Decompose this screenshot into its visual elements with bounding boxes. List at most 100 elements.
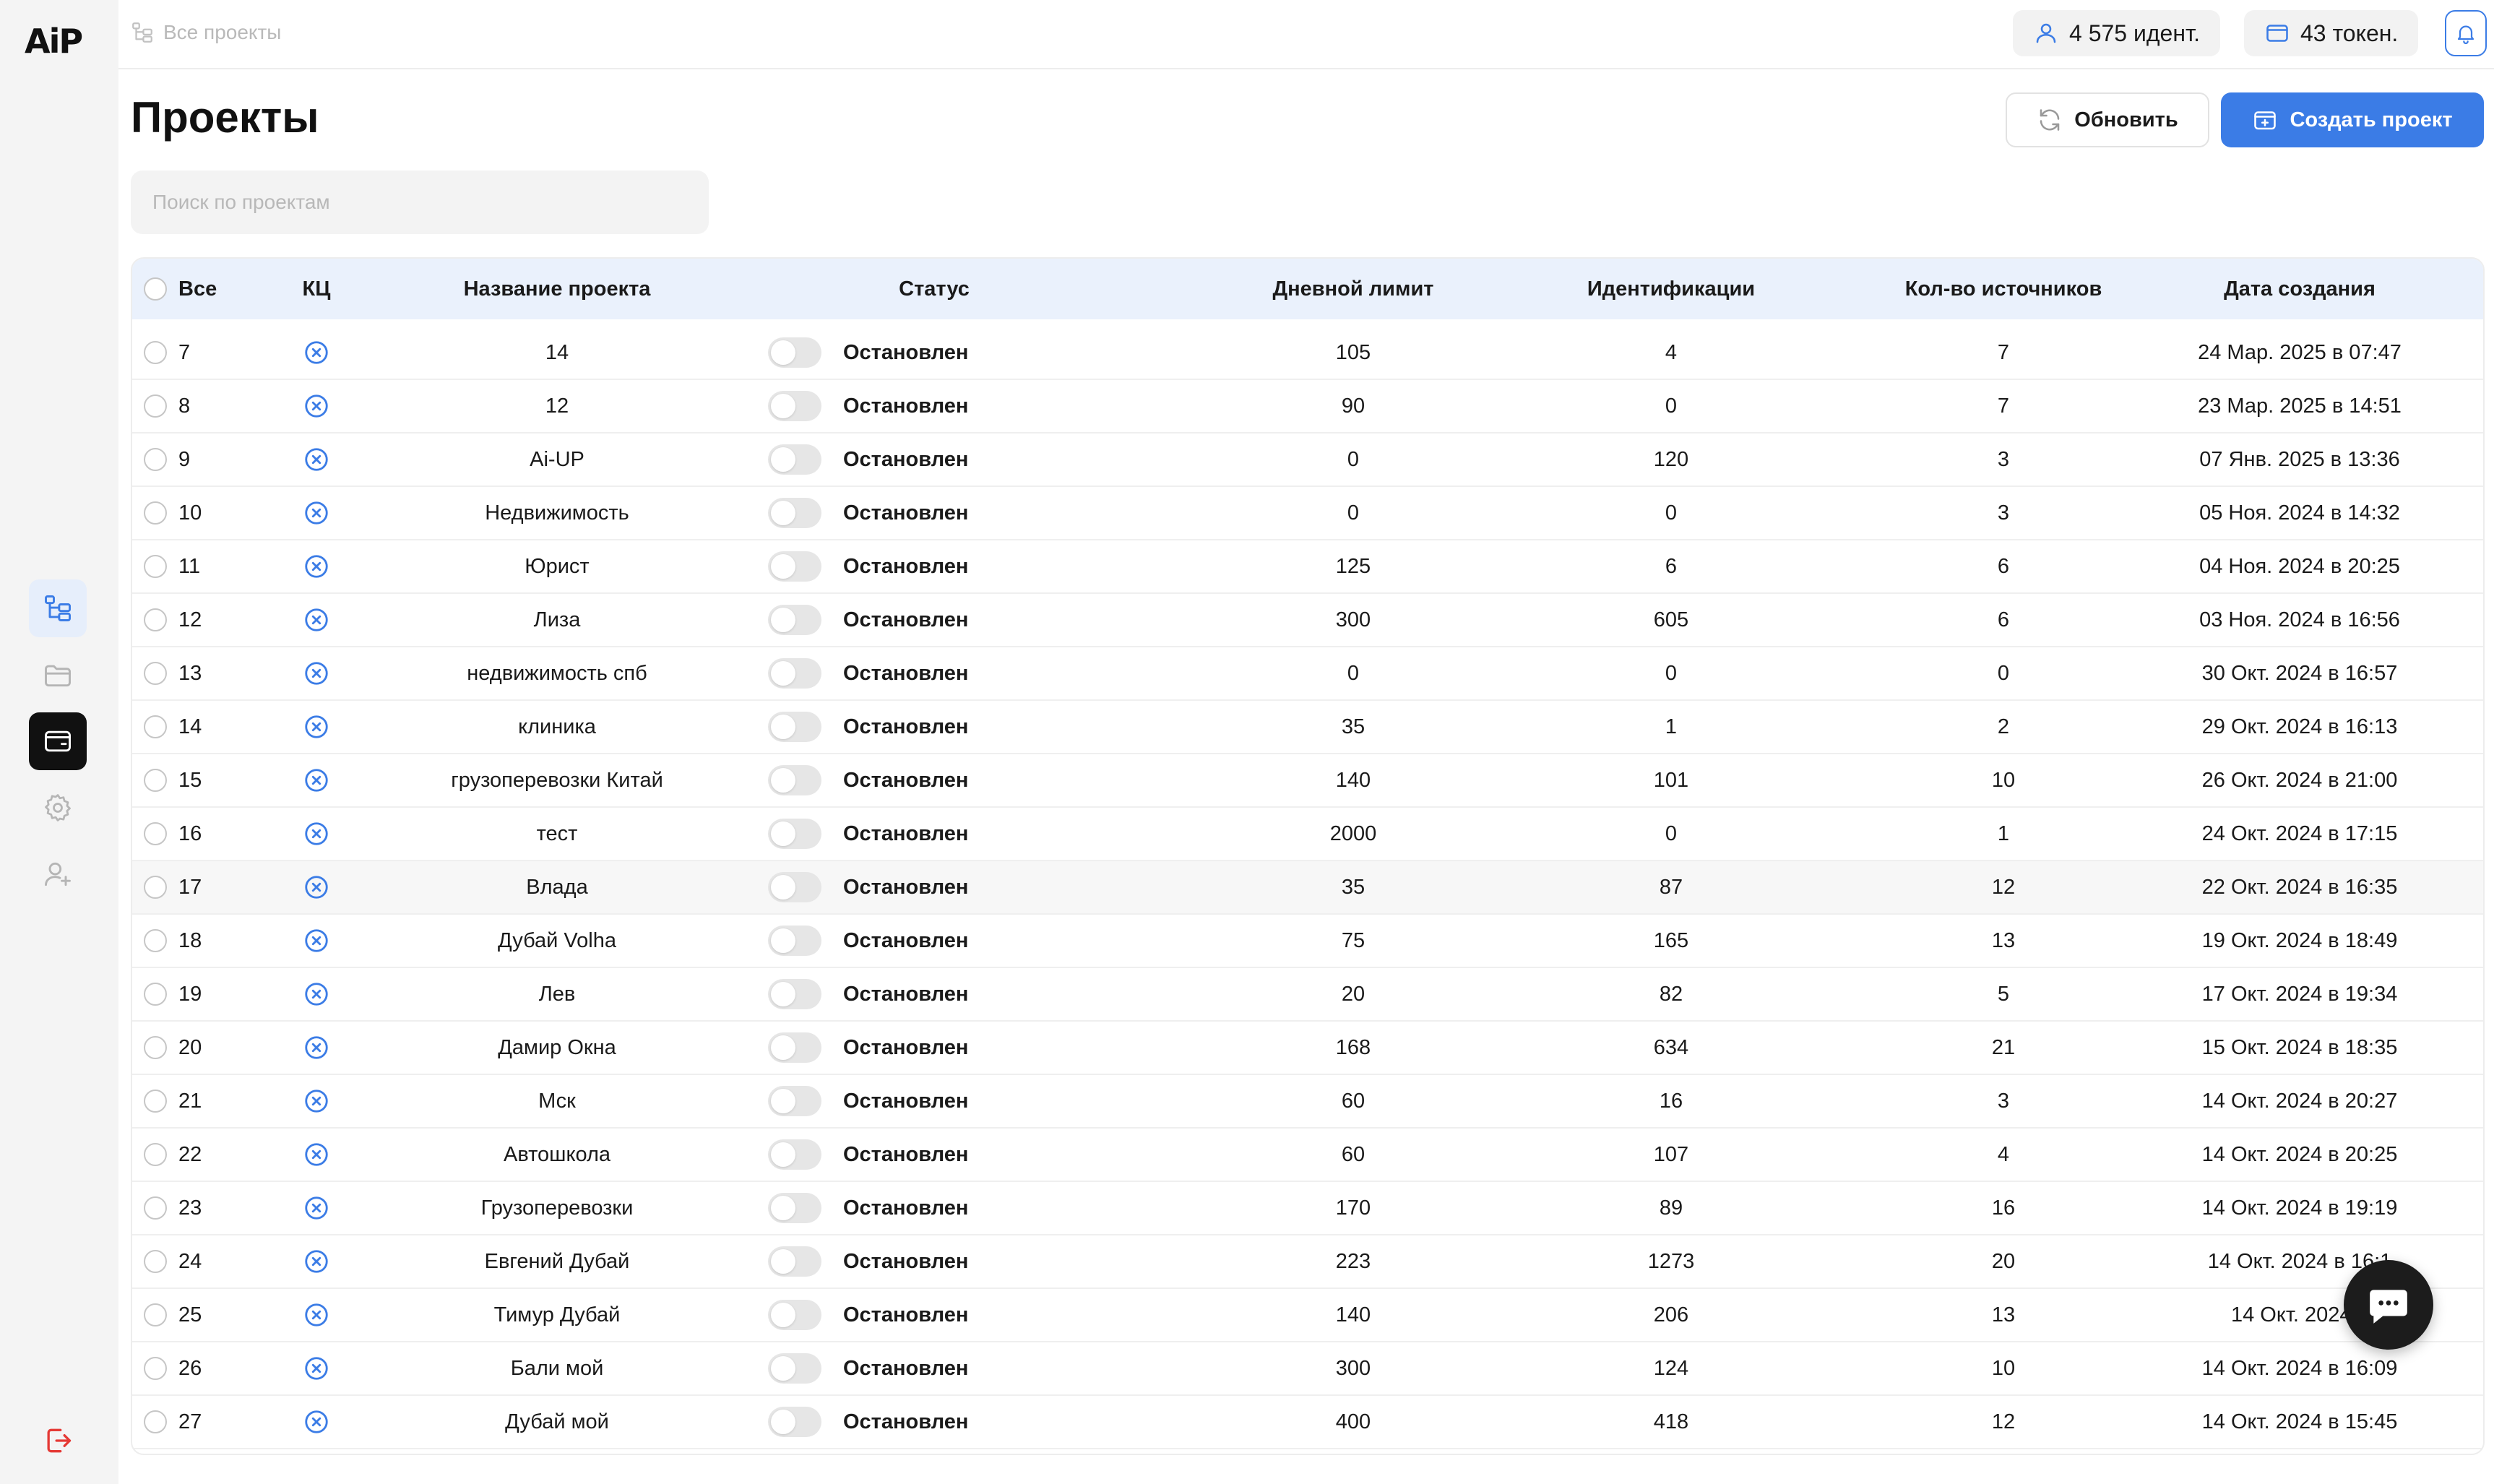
sidebar-item-settings[interactable] bbox=[29, 779, 87, 837]
kc-toggle[interactable] bbox=[277, 540, 356, 592]
project-name[interactable]: Лев bbox=[421, 968, 693, 1020]
kc-toggle[interactable] bbox=[277, 701, 356, 753]
kc-toggle[interactable] bbox=[277, 861, 356, 913]
row-checkbox-cell[interactable] bbox=[142, 1182, 168, 1234]
select-all-checkbox-cell[interactable] bbox=[142, 259, 168, 319]
row-checkbox[interactable] bbox=[144, 715, 167, 738]
status-toggle[interactable] bbox=[768, 1193, 821, 1223]
status-toggle[interactable] bbox=[768, 1139, 821, 1170]
table-row[interactable]: 14 клиника Остановлен 35 1 2 29 Окт. 2024 в 16… bbox=[132, 701, 2483, 754]
row-checkbox[interactable] bbox=[144, 662, 167, 685]
row-checkbox-cell[interactable] bbox=[142, 808, 168, 860]
kc-toggle[interactable] bbox=[277, 1075, 356, 1127]
project-name[interactable]: клиника bbox=[421, 701, 693, 753]
project-name[interactable]: Лиза bbox=[421, 594, 693, 646]
row-checkbox-cell[interactable] bbox=[142, 701, 168, 753]
status-toggle[interactable] bbox=[768, 979, 821, 1009]
kc-toggle[interactable] bbox=[277, 1129, 356, 1181]
row-checkbox-cell[interactable] bbox=[142, 1075, 168, 1127]
table-row[interactable]: 26 Бали мой Остановлен 300 124 10 14 Окт. 2024… bbox=[132, 1342, 2483, 1396]
kc-toggle[interactable] bbox=[277, 487, 356, 539]
table-row[interactable]: 23 Грузоперевозки Остановлен 170 89 16 14 Окт.… bbox=[132, 1182, 2483, 1235]
column-header-limit[interactable]: Дневной лимит bbox=[1259, 259, 1447, 319]
kc-toggle[interactable] bbox=[277, 968, 356, 1020]
breadcrumb-label[interactable]: Все проекты bbox=[163, 21, 281, 44]
project-name[interactable]: недвижимость спб bbox=[421, 647, 693, 699]
column-header-identifications[interactable]: Идентификации bbox=[1577, 259, 1765, 319]
status-toggle[interactable] bbox=[768, 926, 821, 956]
table-row[interactable]: 9 Ai-UP Остановлен 0 120 3 07 Янв. 2025 в 13:3… bbox=[132, 433, 2483, 487]
kc-toggle[interactable] bbox=[277, 1396, 356, 1448]
row-checkbox[interactable] bbox=[144, 448, 167, 471]
row-checkbox-cell[interactable] bbox=[142, 861, 168, 913]
row-checkbox[interactable] bbox=[144, 555, 167, 578]
chat-button[interactable] bbox=[2344, 1260, 2433, 1350]
row-checkbox[interactable] bbox=[144, 876, 167, 899]
status-toggle[interactable] bbox=[768, 337, 821, 368]
logout-button[interactable] bbox=[29, 1412, 87, 1470]
table-row[interactable]: 17 Влада Остановлен 35 87 12 22 Окт. 2024 в 16… bbox=[132, 861, 2483, 915]
row-checkbox-cell[interactable] bbox=[142, 647, 168, 699]
row-checkbox[interactable] bbox=[144, 1250, 167, 1273]
row-checkbox[interactable] bbox=[144, 1196, 167, 1220]
app-logo[interactable]: AiP bbox=[25, 22, 83, 61]
search-input[interactable] bbox=[131, 171, 709, 234]
kc-toggle[interactable] bbox=[277, 808, 356, 860]
identifications-balance[interactable]: 4 575 идент. bbox=[2013, 10, 2220, 56]
table-row[interactable]: 15 грузоперевозки Китай Остановлен 140 101 10… bbox=[132, 754, 2483, 808]
status-toggle[interactable] bbox=[768, 819, 821, 849]
kc-toggle[interactable] bbox=[277, 327, 356, 379]
row-checkbox-cell[interactable] bbox=[142, 540, 168, 592]
project-name[interactable]: Дубай Volha bbox=[421, 915, 693, 967]
status-toggle[interactable] bbox=[768, 1086, 821, 1116]
row-checkbox-cell[interactable] bbox=[142, 327, 168, 379]
table-row[interactable]: 11 Юрист Остановлен 125 6 6 04 Ноя. 2024 в 20:… bbox=[132, 540, 2483, 594]
kc-toggle[interactable] bbox=[277, 1182, 356, 1234]
row-checkbox-cell[interactable] bbox=[142, 433, 168, 486]
row-checkbox-cell[interactable] bbox=[142, 594, 168, 646]
kc-toggle[interactable] bbox=[277, 1235, 356, 1287]
table-row[interactable]: 18 Дубай Volha Остановлен 75 165 13 19 Окт. 20… bbox=[132, 915, 2483, 968]
table-row[interactable]: 13 недвижимость спб Остановлен 0 0 0 30 Окт. 2… bbox=[132, 647, 2483, 701]
row-checkbox[interactable] bbox=[144, 394, 167, 418]
row-checkbox-cell[interactable] bbox=[142, 1396, 168, 1448]
row-checkbox-cell[interactable] bbox=[142, 968, 168, 1020]
kc-toggle[interactable] bbox=[277, 433, 356, 486]
column-header-all[interactable]: Все bbox=[178, 259, 265, 319]
status-toggle[interactable] bbox=[768, 1407, 821, 1437]
project-name[interactable]: грузоперевозки Китай bbox=[421, 754, 693, 806]
breadcrumb[interactable]: Все проекты bbox=[130, 20, 281, 45]
column-header-name[interactable]: Название проекта bbox=[421, 259, 693, 319]
sidebar-item-projects[interactable] bbox=[29, 579, 87, 637]
status-toggle[interactable] bbox=[768, 1353, 821, 1384]
row-checkbox-cell[interactable] bbox=[142, 1235, 168, 1287]
row-checkbox[interactable] bbox=[144, 983, 167, 1006]
project-name[interactable]: 12 bbox=[421, 380, 693, 432]
select-all-checkbox[interactable] bbox=[144, 277, 167, 301]
status-toggle[interactable] bbox=[768, 872, 821, 902]
column-header-status[interactable]: Статус bbox=[826, 259, 1043, 319]
sidebar-item-wallet[interactable] bbox=[29, 712, 87, 770]
row-checkbox[interactable] bbox=[144, 929, 167, 952]
row-checkbox-cell[interactable] bbox=[142, 380, 168, 432]
column-header-kc[interactable]: КЦ bbox=[277, 259, 356, 319]
status-toggle[interactable] bbox=[768, 1246, 821, 1277]
row-checkbox-cell[interactable] bbox=[142, 1342, 168, 1394]
project-name[interactable]: Мск bbox=[421, 1075, 693, 1127]
table-row[interactable]: 22 Автошкола Остановлен 60 107 4 14 Окт. 2024 … bbox=[132, 1129, 2483, 1182]
row-checkbox[interactable] bbox=[144, 501, 167, 525]
table-row[interactable]: 12 Лиза Остановлен 300 605 6 03 Ноя. 2024 в 16… bbox=[132, 594, 2483, 647]
project-name[interactable]: Грузоперевозки bbox=[421, 1182, 693, 1234]
kc-toggle[interactable] bbox=[277, 647, 356, 699]
project-name[interactable]: Недвижимость bbox=[421, 487, 693, 539]
table-row[interactable]: 10 Недвижимость Остановлен 0 0 3 05 Ноя. 2024 … bbox=[132, 487, 2483, 540]
table-row[interactable]: 7 14 Остановлен 105 4 7 24 Мар. 2025 в 07:47 bbox=[132, 327, 2483, 380]
project-name[interactable]: тест bbox=[421, 808, 693, 860]
row-checkbox-cell[interactable] bbox=[142, 1022, 168, 1074]
row-checkbox[interactable] bbox=[144, 1303, 167, 1326]
table-row[interactable]: 8 12 Остановлен 90 0 7 23 Мар. 2025 в 14:51 bbox=[132, 380, 2483, 433]
row-checkbox-cell[interactable] bbox=[142, 915, 168, 967]
table-row[interactable]: 24 Евгений Дубай Остановлен 223 1273 20 14 Окт… bbox=[132, 1235, 2483, 1289]
kc-toggle[interactable] bbox=[277, 1289, 356, 1341]
project-name[interactable]: Юрист bbox=[421, 540, 693, 592]
